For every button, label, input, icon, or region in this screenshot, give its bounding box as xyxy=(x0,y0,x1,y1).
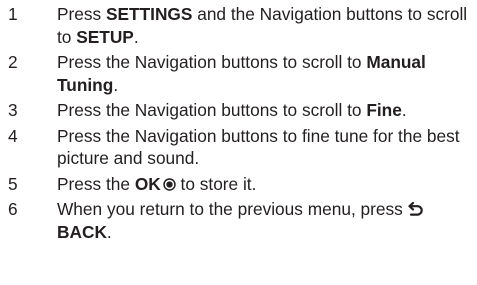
back-button-label: BACK xyxy=(57,221,107,242)
fine-label: Fine xyxy=(366,100,402,120)
setup-menu-label: SETUP xyxy=(76,26,134,47)
step-3: 3 Press the Navigation buttons to scroll… xyxy=(0,99,477,122)
ok-button-label: OK xyxy=(134,173,161,194)
step-number: 4 xyxy=(8,125,18,146)
step-text: Press the Navigation buttons to scroll t… xyxy=(57,52,426,95)
step-number: 6 xyxy=(8,199,18,219)
step-text: Press the OK to store it. xyxy=(57,173,257,194)
step-text: When you return to the previous menu, pr… xyxy=(57,199,425,242)
step-text: Press SETTINGS and the Navigation button… xyxy=(57,4,468,47)
step-number: 5 xyxy=(8,173,18,194)
step-number: 2 xyxy=(8,52,18,72)
instruction-list: 1 Press SETTINGS and the Navigation butt… xyxy=(0,3,477,246)
step-text: Press the Navigation buttons to fine tun… xyxy=(57,125,460,169)
step-number: 3 xyxy=(8,100,18,120)
step-text: Press the Navigation buttons to scroll t… xyxy=(57,100,407,120)
step-6: 6 When you return to the previous menu, … xyxy=(0,198,477,243)
ok-button-icon xyxy=(163,177,176,191)
step-2: 2 Press the Navigation buttons to scroll… xyxy=(0,51,477,96)
step-5: 5 Press the OK to store it. xyxy=(0,173,477,196)
step-1: 1 Press SETTINGS and the Navigation butt… xyxy=(0,3,477,48)
step-4: 4 Press the Navigation buttons to fine t… xyxy=(0,125,477,170)
back-arrow-icon xyxy=(408,201,423,216)
step-number: 1 xyxy=(8,4,18,24)
settings-button-label: SETTINGS xyxy=(105,4,193,24)
